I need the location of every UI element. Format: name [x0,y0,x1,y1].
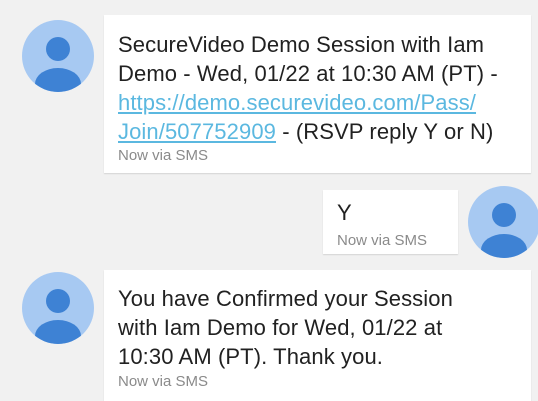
message-bubble-incoming[interactable]: SecureVideo Demo Session with Iam Demo -… [104,15,531,173]
person-icon [35,37,81,92]
user-avatar[interactable] [468,186,538,258]
sender-avatar[interactable] [22,272,94,344]
sender-avatar[interactable] [22,20,94,92]
message-text: You have Confirmed your Session with Iam… [118,286,453,369]
person-icon [35,289,81,344]
message-text: Y [337,200,352,225]
session-link[interactable]: https://demo.securevideo.com/Pass/ [118,90,476,115]
person-icon [481,203,527,258]
message-text: SecureVideo Demo Session with Iam Demo -… [118,32,498,144]
message-status: Now via SMS [337,232,428,249]
message-bubble-incoming[interactable]: You have Confirmed your Session with Iam… [104,270,531,401]
message-status: Now via SMS [118,373,209,390]
message-status: Now via SMS [118,147,209,164]
message-bubble-outgoing[interactable]: Y Now via SMS [323,190,458,254]
session-link-continued[interactable]: Join/507752909 [118,119,276,144]
